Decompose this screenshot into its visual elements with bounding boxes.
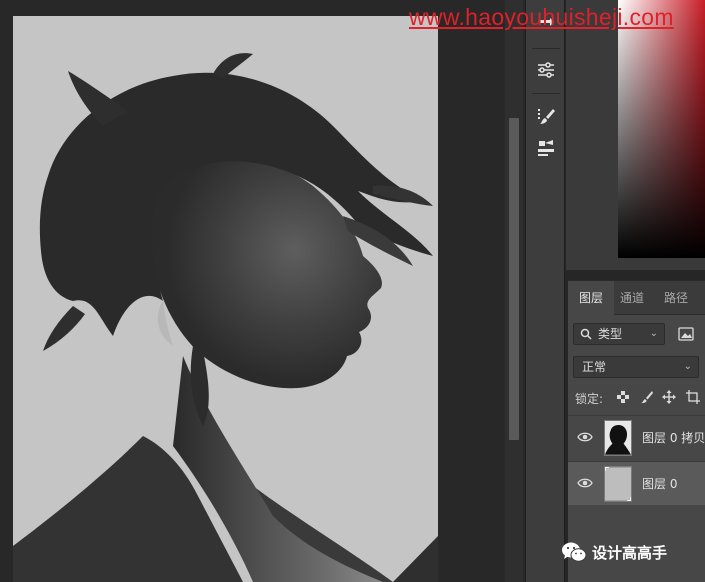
portrait-silhouette-image [13, 53, 438, 582]
lock-image-pixels-icon[interactable] [640, 390, 654, 404]
eye-icon[interactable] [577, 431, 593, 443]
layer-name: 图层 0 [642, 477, 678, 491]
adjustments-sliders-icon[interactable] [534, 58, 558, 82]
color-panel [566, 0, 705, 270]
wechat-account-name: 设计高高手 [592, 543, 668, 562]
image-filter-icon[interactable] [678, 326, 694, 342]
lock-label: 锁定: [575, 392, 604, 406]
panel-toolbar [525, 0, 565, 582]
lock-transparent-pixels-icon[interactable] [616, 390, 630, 404]
toolbar-divider [532, 93, 560, 94]
wechat-badge: 设计高高手 [561, 538, 667, 566]
color-picker-field[interactable] [618, 0, 705, 258]
wechat-icon [562, 542, 587, 562]
document-canvas-area[interactable] [0, 0, 525, 582]
tool-presets-icon[interactable] [534, 136, 558, 160]
layers-panel: 图层 通道 路径 类型 ⌄ 正常 ⌄ 锁定: 图层 0 拷贝 图层 0 [568, 280, 705, 582]
lock-row: 锁定: [568, 385, 705, 409]
layer-name: 图层 0 拷贝 [642, 431, 705, 445]
lock-artboard-icon[interactable] [686, 390, 700, 404]
silhouette-thumbnail [604, 420, 632, 456]
chevron-down-icon: ⌄ [683, 361, 692, 372]
tab-layers[interactable]: 图层 [568, 281, 614, 315]
toolbar-divider [532, 48, 560, 49]
tab-paths[interactable]: 路径 [664, 281, 688, 315]
chevron-down-icon: ⌄ [649, 328, 658, 339]
eye-icon[interactable] [577, 477, 593, 489]
blend-mode-value: 正常 [582, 360, 607, 374]
image-canvas[interactable] [13, 16, 438, 582]
gray-thumbnail [604, 466, 632, 502]
layer-row-base[interactable]: 图层 0 [568, 461, 705, 505]
brush-settings-icon[interactable] [534, 104, 558, 128]
tab-channels[interactable]: 通道 [620, 281, 644, 315]
blend-mode-select[interactable]: 正常 ⌄ [573, 356, 699, 378]
watermark-url: www.haoyouhuisheji.com [409, 4, 674, 30]
vertical-scrollbar-thumb[interactable] [509, 118, 519, 440]
layers-panel-tabs: 图层 通道 路径 [568, 281, 705, 315]
search-icon [580, 328, 592, 340]
lock-position-icon[interactable] [662, 390, 676, 404]
layer-filter-select[interactable]: 类型 ⌄ [573, 323, 665, 345]
layer-row-copy[interactable]: 图层 0 拷贝 [568, 415, 705, 459]
layer-filter-value: 类型 [598, 327, 623, 341]
